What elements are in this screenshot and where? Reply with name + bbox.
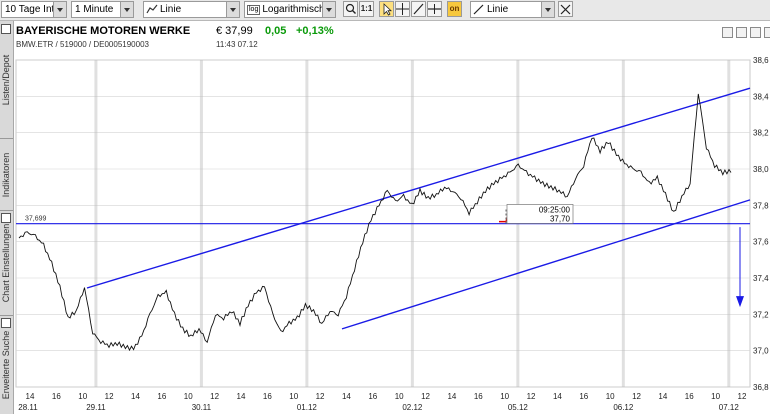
x-hour-label: 14 (658, 392, 667, 401)
price-chart[interactable]: 38,6 38,4 38,2 38,0 37,8 37,6 37,4 37,2 37,0 36,8… (0, 0, 770, 414)
y-tick-label: 38,4 (753, 92, 769, 101)
x-hour-label: 10 (606, 392, 615, 401)
y-tick-label: 37,4 (753, 274, 769, 283)
x-hour-label: 16 (368, 392, 377, 401)
x-hour-label: 12 (527, 392, 536, 401)
x-hour-label: 16 (52, 392, 61, 401)
x-hour-label: 14 (237, 392, 246, 401)
x-hour-label: 12 (210, 392, 219, 401)
x-hour-label: 16 (157, 392, 166, 401)
x-hour-label: 12 (738, 392, 747, 401)
x-hour-label: 10 (395, 392, 404, 401)
x-date-label: 01.12 (297, 403, 318, 412)
x-hour-label: 10 (78, 392, 87, 401)
y-tick-label: 36,8 (753, 383, 769, 392)
x-hour-label: 10 (500, 392, 509, 401)
x-date-label: 02.12 (402, 403, 423, 412)
support-line-label: 37,699 (25, 216, 47, 223)
x-hour-label: 10 (711, 392, 720, 401)
x-date-label: 06.12 (613, 403, 634, 412)
y-tick-label: 37,6 (753, 238, 769, 247)
x-date-label: 07.12 (719, 403, 740, 412)
x-hour-label: 12 (316, 392, 325, 401)
y-axis: 38,6 38,4 38,2 38,0 37,8 37,6 37,4 37,2 37,0 36,8 (753, 56, 769, 392)
x-date-label: 05.12 (508, 403, 529, 412)
x-hour-label: 16 (263, 392, 272, 401)
x-hour-label: 14 (26, 392, 35, 401)
y-tick-label: 38,0 (753, 165, 769, 174)
x-date-label: 29.11 (86, 403, 106, 412)
x-hour-label: 16 (685, 392, 694, 401)
y-tick-label: 37,8 (753, 201, 769, 210)
x-hour-label: 12 (105, 392, 114, 401)
x-hour-label: 14 (553, 392, 562, 401)
x-date-label: 28.11 (18, 403, 38, 412)
y-tick-label: 38,2 (753, 129, 769, 138)
x-axis: 14 16 10 12 14 16 10 12 14 16 10 12 14 16 10 12 14 16 10 12… (18, 392, 747, 412)
x-date-label: 30.11 (192, 403, 212, 412)
x-hour-label: 10 (289, 392, 298, 401)
tooltip-value: 37,70 (550, 214, 571, 223)
x-hour-label: 10 (184, 392, 193, 401)
y-tick-label: 37,0 (753, 347, 769, 356)
y-tick-label: 37,2 (753, 310, 769, 319)
x-hour-label: 14 (131, 392, 140, 401)
x-hour-label: 14 (447, 392, 456, 401)
x-hour-label: 12 (421, 392, 430, 401)
x-hour-label: 16 (474, 392, 483, 401)
x-hour-label: 12 (632, 392, 641, 401)
x-hour-label: 16 (579, 392, 588, 401)
tooltip-time: 09:25:00 (539, 205, 571, 214)
y-tick-label: 38,6 (753, 56, 769, 65)
x-hour-label: 14 (342, 392, 351, 401)
annotations: 09:25:0037,70 (499, 204, 574, 224)
